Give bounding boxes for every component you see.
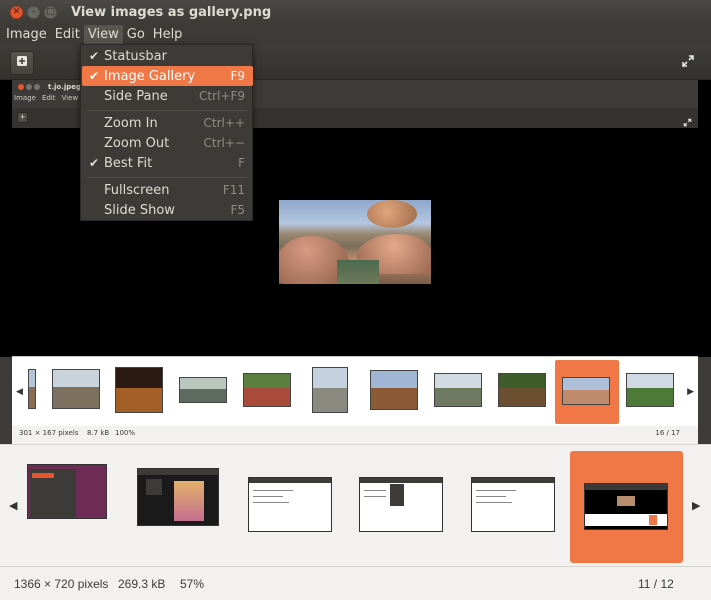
check-icon: ✔: [89, 49, 100, 63]
menu-help[interactable]: Help: [149, 25, 187, 45]
close-window-button[interactable]: ✕: [10, 5, 23, 19]
window-title: View images as gallery.png: [71, 4, 272, 20]
menu-bar: Image Edit View Go Help: [0, 24, 711, 46]
view-menu-item-image-gallery[interactable]: ✔ Image Gallery F9: [82, 66, 253, 86]
screenshot-expand-icon: [683, 112, 692, 131]
image-gallery: ◀ ▶: [0, 444, 711, 566]
menu-item-label: Statusbar: [104, 48, 167, 64]
gallery-scroll-right-button[interactable]: ▶: [692, 499, 700, 512]
menu-item-label: Zoom In: [104, 115, 158, 131]
screenshot-statusbar: 301 × 167 pixels 8.7 kB 100% 16 / 17: [12, 426, 698, 444]
menu-item-label: Side Pane: [104, 88, 168, 104]
screenshot-thumbnail: [370, 370, 418, 410]
view-menu-item-side-pane[interactable]: Side Pane Ctrl+F9: [82, 86, 253, 106]
gallery-thumbnail[interactable]: [137, 468, 219, 526]
screenshot-thumbnail: [52, 369, 100, 409]
view-menu-item-best-fit[interactable]: ✔ Best Fit F: [82, 153, 253, 173]
menu-separator: [87, 177, 247, 178]
screenshot-thumbnail: [626, 373, 674, 407]
screenshot-maximize-icon: [34, 83, 40, 90]
view-menu-item-fullscreen[interactable]: Fullscreen F11: [82, 180, 253, 200]
view-menu-item-statusbar[interactable]: ✔ Statusbar: [82, 46, 253, 66]
menu-item-accel: Ctrl++: [203, 116, 245, 130]
displayed-photo: [279, 200, 431, 284]
screenshot-close-icon: [18, 83, 24, 90]
screenshot-thumbnail: [434, 373, 482, 407]
gallery-thumbnail[interactable]: [248, 477, 332, 532]
menu-separator: [87, 110, 247, 111]
view-menu-item-slide-show[interactable]: Slide Show F5: [82, 200, 253, 220]
view-menu-item-zoom-out[interactable]: Zoom Out Ctrl+−: [82, 133, 253, 153]
menu-item-accel: F: [238, 156, 245, 170]
menu-item-accel: F9: [230, 69, 245, 83]
screenshot-thumbnail: [179, 377, 227, 403]
fullscreen-button[interactable]: [676, 51, 700, 75]
menu-item-accel: Ctrl+F9: [199, 89, 245, 103]
screenshot-thumbnail: [562, 377, 610, 405]
check-icon: ✔: [89, 156, 100, 170]
photo-stream: [337, 260, 379, 284]
screenshot-title: t.jo.jpeg: [48, 82, 82, 91]
menu-image[interactable]: Image: [2, 25, 51, 45]
check-icon: ✔: [89, 69, 100, 83]
open-image-button[interactable]: [10, 51, 34, 75]
screenshot-thumbnail: [312, 367, 348, 413]
gallery-thumbnail[interactable]: [359, 477, 443, 532]
expand-icon: [681, 54, 695, 72]
screenshot-menu-image: Image: [14, 94, 36, 102]
menu-view[interactable]: View: [83, 25, 123, 45]
status-image-position: 11 / 12: [638, 577, 674, 591]
screenshot-status-dimensions: 301 × 167 pixels: [19, 429, 79, 437]
screenshot-status-size: 8.7 kB: [87, 429, 110, 437]
photo-boulder: [367, 200, 417, 228]
gallery-thumbnail[interactable]: [471, 477, 555, 532]
view-menu: ✔ Statusbar ✔ Image Gallery F9 Side Pane…: [80, 44, 253, 221]
screenshot-thumbnail: [498, 373, 546, 407]
screenshot-status-zoom: 100%: [115, 429, 136, 437]
menu-item-label: Zoom Out: [104, 135, 170, 151]
title-bar: ✕ – □ View images as gallery.png: [0, 0, 711, 24]
status-dimensions: 1366 × 720 pixels: [14, 577, 109, 591]
screenshot-thumbnail: [243, 373, 291, 407]
screenshot-thumbnail: [28, 369, 36, 409]
statusbar: 1366 × 720 pixels 269.3 kB 57% 11 / 12: [0, 566, 711, 600]
screenshot-menu-view: View: [61, 94, 79, 102]
menu-item-accel: Ctrl+−: [203, 136, 245, 150]
menu-go[interactable]: Go: [123, 25, 149, 45]
screenshot-gallery-strip: ◀ ▶: [12, 356, 698, 426]
menu-edit[interactable]: Edit: [51, 25, 84, 45]
menu-item-accel: F5: [230, 203, 245, 217]
menu-item-accel: F11: [222, 183, 245, 197]
status-zoom: 57%: [180, 577, 205, 591]
gallery-thumbnail[interactable]: [27, 464, 107, 519]
screenshot-thumbnail: [115, 367, 163, 413]
menu-item-label: Best Fit: [104, 155, 153, 171]
menu-item-label: Fullscreen: [104, 182, 170, 198]
menu-item-label: Image Gallery: [104, 68, 196, 84]
view-menu-item-zoom-in[interactable]: Zoom In Ctrl++: [82, 113, 253, 133]
menu-item-label: Slide Show: [104, 202, 175, 218]
screenshot-scroll-left-icon: ◀: [16, 387, 23, 397]
gallery-scroll-left-button[interactable]: ◀: [9, 499, 17, 512]
screenshot-minimize-icon: [26, 83, 32, 90]
status-file-size: 269.3 kB: [118, 577, 166, 591]
screenshot-menu-bar: Image Edit View: [12, 94, 78, 106]
gallery-thumbnail-selected[interactable]: [584, 483, 668, 530]
minimize-window-button[interactable]: –: [27, 5, 40, 19]
maximize-window-button[interactable]: □: [44, 5, 57, 19]
screenshot-scroll-right-icon: ▶: [687, 387, 694, 397]
screenshot-menu-edit: Edit: [41, 94, 56, 102]
plus-square-icon: [16, 55, 28, 71]
screenshot-status-position: 16 / 17: [655, 429, 680, 437]
screenshot-plus-icon: +: [17, 112, 28, 123]
